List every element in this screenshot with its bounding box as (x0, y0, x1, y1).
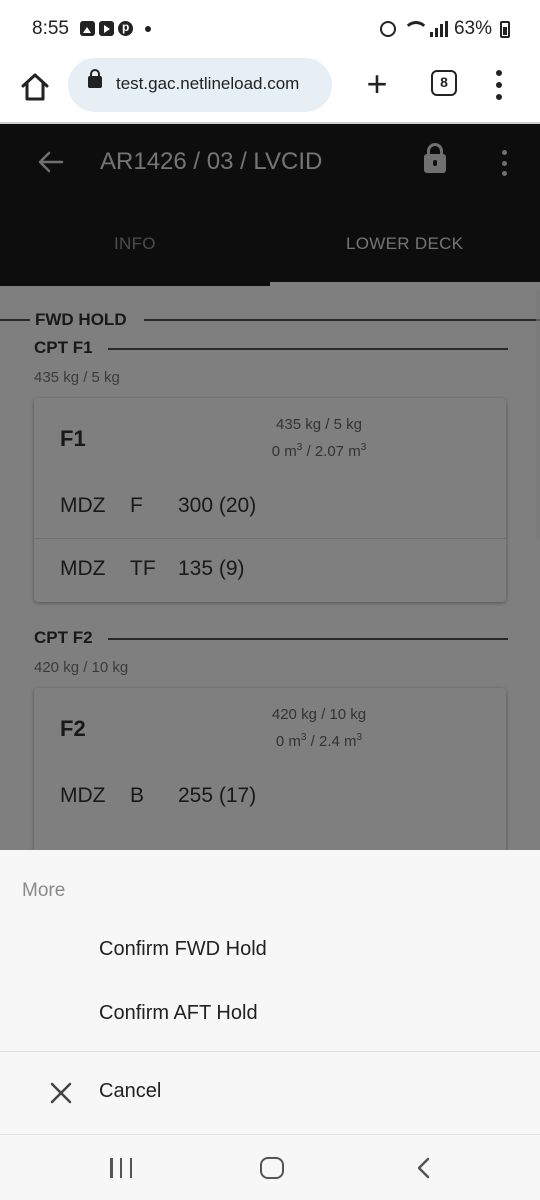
sheet-item-label: Confirm AFT Hold (99, 1002, 258, 1024)
recents-icon[interactable] (110, 1158, 132, 1178)
dot-icon (145, 25, 151, 32)
back-nav-icon[interactable] (414, 1157, 434, 1179)
modal-scrim[interactable] (0, 124, 540, 850)
scrollbar[interactable] (536, 290, 540, 540)
browser-menu-icon[interactable] (494, 70, 504, 100)
status-bar: 8:55 63% (0, 0, 540, 58)
youtube-icon (99, 21, 114, 36)
confirm-aft-hold-button[interactable]: Confirm AFT Hold (0, 984, 540, 1046)
close-icon (49, 1081, 73, 1105)
divider (0, 1051, 540, 1052)
pinterest-icon (118, 20, 133, 36)
sheet-title: More (22, 880, 66, 901)
confirm-fwd-hold-button[interactable]: Confirm FWD Hold (0, 920, 540, 982)
battery-percent: 63% (453, 18, 492, 39)
gallery-icon (80, 21, 95, 36)
status-time: 8:55 (32, 18, 69, 39)
home-nav-icon[interactable] (260, 1157, 284, 1179)
system-nav-bar (0, 1134, 540, 1200)
home-icon[interactable] (18, 70, 52, 104)
battery-icon (500, 20, 510, 38)
cancel-label: Cancel (99, 1080, 162, 1102)
sheet-item-label: Confirm FWD Hold (99, 938, 267, 960)
url-text: test.gac.netlineload.com (116, 74, 300, 93)
tab-switcher-button[interactable]: 8 (431, 70, 457, 96)
signal-icon (429, 21, 448, 37)
new-tab-button[interactable]: + (364, 66, 390, 102)
action-sheet: More Confirm FWD Hold Confirm AFT Hold C… (0, 850, 540, 1134)
browser-toolbar: test.gac.netlineload.com + 8 (0, 58, 540, 124)
lock-icon (88, 69, 102, 88)
system-icons: 63% (379, 18, 510, 40)
address-bar[interactable]: test.gac.netlineload.com (68, 58, 332, 112)
wifi-icon (402, 21, 429, 37)
cancel-button[interactable]: Cancel (0, 1062, 540, 1124)
notification-icons (80, 20, 151, 36)
alarm-icon (379, 21, 396, 37)
